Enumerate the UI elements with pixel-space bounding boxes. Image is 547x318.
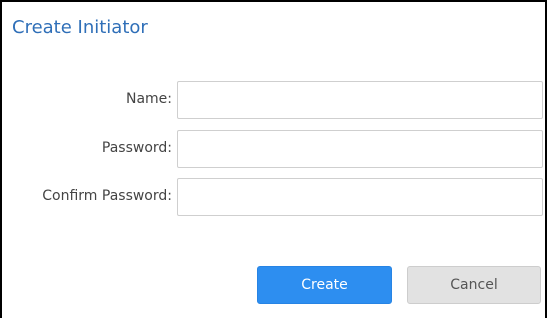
password-row: Password: bbox=[2, 130, 547, 168]
create-button[interactable]: Create bbox=[257, 266, 392, 304]
name-input[interactable] bbox=[177, 81, 543, 119]
confirm-password-label: Confirm Password: bbox=[42, 188, 172, 204]
password-label: Password: bbox=[101, 140, 172, 156]
name-label: Name: bbox=[125, 91, 172, 107]
cancel-button[interactable]: Cancel bbox=[407, 266, 541, 304]
dialog-title: Create Initiator bbox=[12, 17, 148, 38]
password-input[interactable] bbox=[177, 130, 543, 168]
create-initiator-dialog: Create Initiator Name: Password: Confirm… bbox=[0, 0, 547, 318]
confirm-password-row: Confirm Password: bbox=[2, 178, 547, 216]
confirm-password-input[interactable] bbox=[177, 178, 543, 216]
name-row: Name: bbox=[2, 81, 547, 119]
